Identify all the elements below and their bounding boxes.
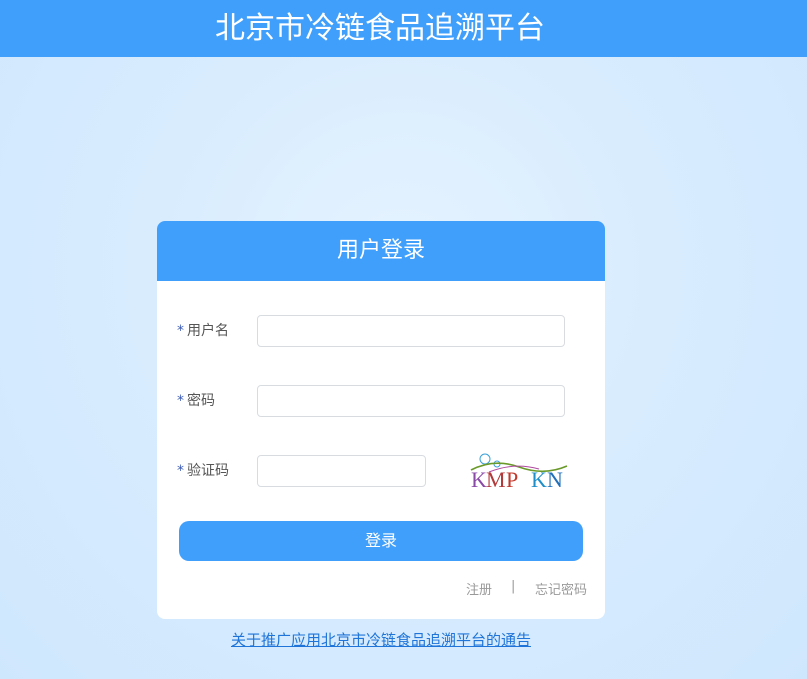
captcha-row: * 验证码 K M P K N [157,452,605,492]
forgot-password-text[interactable]: 忘记密码 [535,583,587,598]
password-row: * 密码 [157,385,605,419]
login-title: 用户登录 [336,238,425,263]
username-label-text: 用户名 [187,323,229,339]
forgot-password-link[interactable]: 忘记密码 [535,579,587,598]
username-label: * 用户名 [177,315,229,347]
svg-text:N: N [547,467,563,492]
top-header-bar: 北京市冷链食品追溯平台 [0,0,807,57]
register-link[interactable]: 注册 [466,579,492,598]
username-input[interactable] [257,315,565,347]
svg-text:M: M [486,467,506,492]
captcha-label: * 验证码 [177,455,229,487]
password-label-text: 密码 [187,393,215,409]
svg-text:K: K [531,467,547,492]
svg-text:P: P [506,467,518,492]
password-input[interactable] [257,385,565,417]
captcha-image[interactable]: K M P K N [469,452,569,492]
link-separator: | [511,579,515,594]
svg-text:K: K [471,467,487,492]
register-link-text[interactable]: 注册 [466,583,492,598]
platform-title: 北京市冷链食品追溯平台 [215,11,545,46]
captcha-input[interactable] [257,455,426,487]
required-mark: * [177,393,184,409]
required-mark: * [177,463,184,479]
password-label: * 密码 [177,385,215,417]
captcha-label-text: 验证码 [187,463,229,479]
username-row: * 用户名 [157,315,605,349]
notice-link[interactable]: 关于推广应用北京市冷链食品追溯平台的通告 [0,630,762,650]
login-card: 用户登录 * 用户名 * 密码 * 验证码 K M P K N 登录 注册 | 忘记密… [157,221,605,619]
login-button[interactable]: 登录 [179,521,583,561]
separator-text: | [511,579,516,594]
login-card-header: 用户登录 [157,221,605,281]
required-mark: * [177,323,184,339]
